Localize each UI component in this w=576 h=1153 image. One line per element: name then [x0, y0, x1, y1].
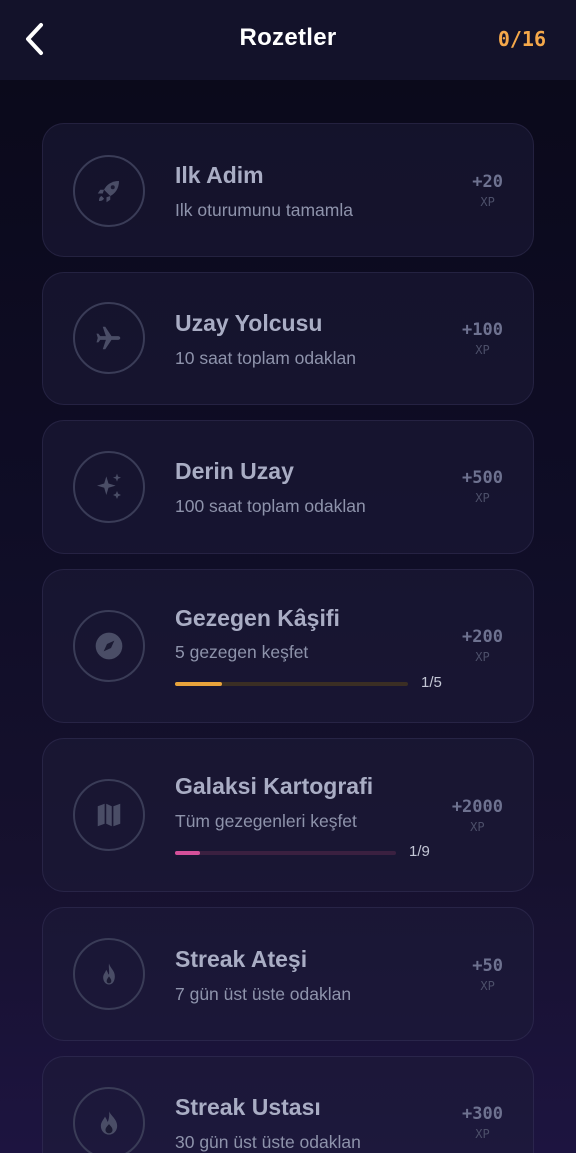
- rocket-icon: [97, 181, 119, 203]
- xp-value: +2000: [451, 797, 503, 817]
- badge-description: 100 saat toplam odaklan: [175, 496, 366, 516]
- badge-icon-frame: [73, 155, 145, 227]
- xp-value: +50: [472, 956, 503, 976]
- badge-icon-frame: [73, 451, 145, 523]
- badge-description: Ilk oturumunu tamamla: [175, 200, 353, 220]
- sparkles-icon: [97, 473, 121, 499]
- badge-icon-frame: [73, 610, 145, 682]
- badge-xp: +200 XP: [462, 627, 503, 664]
- fire-icon: [100, 1111, 118, 1135]
- badge-name: Uzay Yolcusu: [175, 310, 323, 336]
- badge-name: Gezegen Kâşifi: [175, 605, 340, 631]
- badge-description: 30 gün üst üste odaklan: [175, 1132, 361, 1152]
- badge-card-ilk-adim[interactable]: Ilk Adim Ilk oturumunu tamamla +20 XP: [42, 123, 534, 257]
- xp-value: +20: [472, 172, 503, 192]
- badge-xp: +50 XP: [472, 956, 503, 993]
- progress-label: 1/5: [421, 674, 442, 691]
- flame-icon: [103, 963, 115, 985]
- badge-description: 7 gün üst üste odaklan: [175, 984, 352, 1004]
- badge-icon-frame: [73, 1087, 145, 1153]
- progress-track: [175, 682, 408, 686]
- xp-unit: XP: [475, 343, 490, 357]
- xp-unit: XP: [470, 820, 485, 834]
- xp-unit: XP: [475, 1127, 490, 1141]
- badge-name: Galaksi Kartografi: [175, 773, 374, 799]
- badge-count: 0/16: [497, 27, 546, 51]
- badge-icon-frame: [73, 302, 145, 374]
- progress-label: 1/9: [409, 843, 430, 860]
- badge-card-galaksi-kartografi[interactable]: Galaksi Kartografi Tüm gezegenleri keşfe…: [42, 738, 534, 892]
- header-bar: Rozetler 0/16: [0, 0, 576, 80]
- xp-value: +500: [462, 468, 503, 488]
- badge-card-streak-ustasi[interactable]: Streak Ustası 30 gün üst üste odaklan +3…: [42, 1056, 534, 1153]
- badge-xp: +100 XP: [462, 320, 503, 357]
- compass-icon: [95, 632, 123, 660]
- badge-icon-frame: [73, 779, 145, 851]
- progress-fill: [175, 682, 222, 686]
- badge-xp: +20 XP: [472, 172, 503, 209]
- badge-name: Ilk Adim: [175, 162, 264, 188]
- badge-xp: +300 XP: [462, 1104, 503, 1141]
- badge-xp: +2000 XP: [452, 797, 503, 834]
- badge-icon-frame: [73, 938, 145, 1010]
- badge-card-gezegen-kasifi[interactable]: Gezegen Kâşifi 5 gezegen keşfet 1/5 +200…: [42, 569, 534, 723]
- badge-xp: +500 XP: [462, 468, 503, 505]
- xp-unit: XP: [480, 979, 495, 993]
- progress-track: [175, 851, 396, 855]
- badge-description: 10 saat toplam odaklan: [175, 348, 356, 368]
- xp-unit: XP: [475, 491, 490, 505]
- xp-value: +100: [462, 320, 503, 340]
- map-icon: [97, 803, 121, 827]
- badge-description: 5 gezegen keşfet: [175, 642, 309, 662]
- badge-card-streak-atesi[interactable]: Streak Ateşi 7 gün üst üste odaklan +50 …: [42, 907, 534, 1041]
- xp-value: +300: [462, 1104, 503, 1124]
- badge-name: Streak Ustası: [175, 1094, 321, 1120]
- xp-unit: XP: [475, 650, 490, 664]
- progress-fill: [175, 851, 200, 855]
- page-title: Rozetler: [239, 24, 337, 51]
- xp-unit: XP: [480, 195, 495, 209]
- airplane-icon: [96, 326, 121, 350]
- badge-name: Streak Ateşi: [175, 946, 308, 972]
- xp-value: +200: [462, 627, 503, 647]
- badge-card-uzay-yolcusu[interactable]: Uzay Yolcusu 10 saat toplam odaklan +100…: [42, 272, 534, 405]
- badge-name: Derin Uzay: [175, 458, 294, 484]
- badge-description: Tüm gezegenleri keşfet: [175, 811, 357, 831]
- badge-card-derin-uzay[interactable]: Derin Uzay 100 saat toplam odaklan +500 …: [42, 420, 534, 554]
